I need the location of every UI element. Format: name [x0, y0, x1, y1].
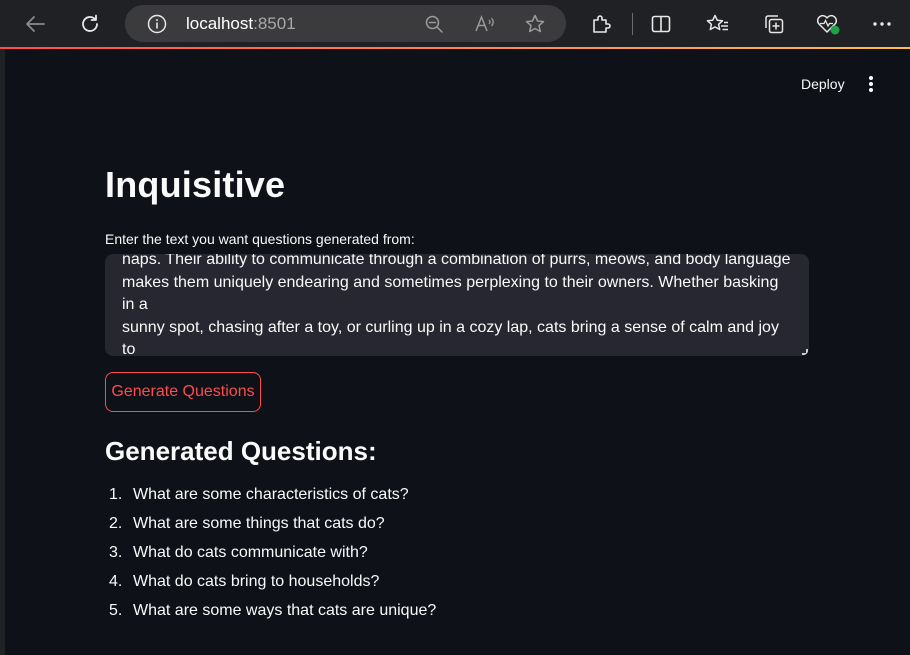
- list-item-number: 3.: [109, 544, 123, 561]
- split-screen-icon[interactable]: [647, 10, 675, 38]
- list-item: 4. What do cats bring to households?: [109, 573, 436, 602]
- url-text[interactable]: localhost:8501: [186, 14, 296, 34]
- favorite-star-icon[interactable]: [524, 13, 546, 35]
- extensions-icon[interactable]: [587, 10, 615, 38]
- text-input-area[interactable]: naps. Their ability to communicate throu…: [105, 254, 809, 356]
- app-container: Deploy Inquisitive Enter the text you wa…: [5, 49, 910, 655]
- list-item-text: What are some ways that cats are unique?: [133, 602, 437, 619]
- list-item: 1. What are some characteristics of cats?: [109, 486, 436, 515]
- refresh-icon[interactable]: [74, 8, 106, 40]
- text-input-label: Enter the text you want questions genera…: [105, 231, 415, 247]
- address-bar[interactable]: localhost:8501: [125, 5, 566, 42]
- generate-questions-button[interactable]: Generate Questions: [105, 372, 261, 412]
- list-item: 3. What do cats communicate with?: [109, 544, 436, 573]
- generated-questions-heading: Generated Questions:: [105, 436, 377, 466]
- list-item-text: What do cats bring to households?: [133, 573, 380, 590]
- browser-essentials-icon[interactable]: [814, 10, 842, 38]
- collections-icon[interactable]: [760, 10, 788, 38]
- list-item-number: 2.: [109, 515, 123, 532]
- list-item-text: What do cats communicate with?: [133, 544, 368, 561]
- list-item-text: What are some things that cats do?: [133, 515, 385, 532]
- list-item-number: 5.: [109, 602, 123, 619]
- info-icon[interactable]: [146, 13, 168, 35]
- list-item-text: What are some characteristics of cats?: [133, 486, 409, 503]
- list-item-number: 1.: [109, 486, 123, 503]
- deploy-button[interactable]: Deploy: [801, 76, 845, 92]
- url-port: :8501: [253, 14, 296, 33]
- zoom-icon[interactable]: [423, 13, 445, 35]
- more-icon[interactable]: [868, 10, 896, 38]
- read-aloud-icon[interactable]: [474, 13, 496, 35]
- text-input-value: naps. Their ability to communicate throu…: [122, 254, 791, 356]
- toolbar-divider: [632, 13, 633, 35]
- main-menu-icon[interactable]: [863, 74, 879, 94]
- resize-handle-icon[interactable]: [802, 349, 808, 355]
- list-item: 5. What are some ways that cats are uniqu…: [109, 602, 436, 631]
- list-item: 2. What are some things that cats do?: [109, 515, 436, 544]
- list-item-number: 4.: [109, 573, 123, 590]
- back-icon[interactable]: [19, 8, 51, 40]
- questions-list: 1. What are some characteristics of cats?…: [109, 486, 436, 631]
- page-title: Inquisitive: [105, 164, 286, 205]
- url-host: localhost: [186, 14, 254, 33]
- browser-toolbar: localhost:8501: [0, 0, 910, 49]
- favorites-icon[interactable]: [704, 10, 732, 38]
